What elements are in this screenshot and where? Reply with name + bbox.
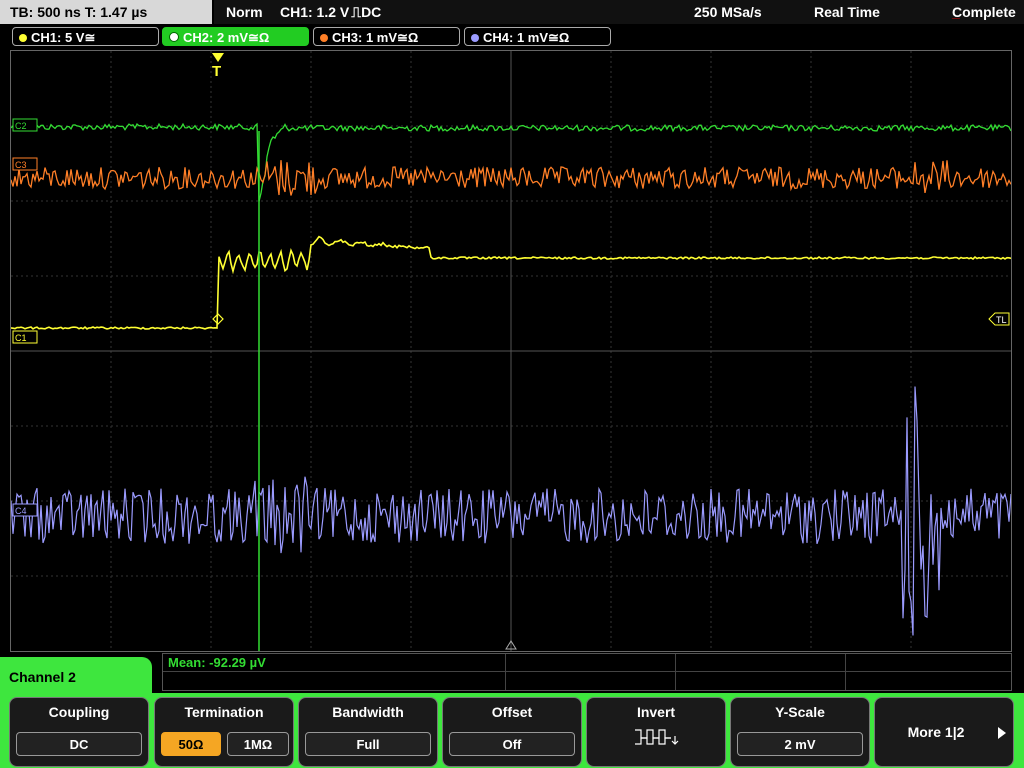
invert-waveform-icon [635,729,679,745]
menu-title: Channel 2 [0,657,152,697]
ch3-marker-label: C3 [15,160,27,170]
termination-1mohm[interactable]: 1MΩ [227,732,289,756]
bandwidth-value[interactable]: Full [305,732,431,756]
rising-edge-icon: ⎍ [351,4,362,20]
ch2-marker-label: C2 [15,121,27,131]
termination-softkey[interactable]: Termination 50Ω 1MΩ [154,697,294,767]
coupling-value[interactable]: DC [16,732,142,756]
invert-softkey[interactable]: Invert [586,697,726,767]
offset-value[interactable]: Off [449,732,575,756]
channel-tab-ch4[interactable]: CH4: 1 mV≅Ω [464,27,611,46]
trigger-marker-label: T [212,63,221,80]
ch1-marker-label: C1 [15,333,27,343]
ch1-color-icon [19,34,27,42]
sample-rate: 250 MSa/s [694,4,762,20]
status-bar: Norm CH1: 1.2 V ⎍DC 250 MSa/s Real Time _… [214,0,1024,24]
trigger-position-icon[interactable] [212,53,224,62]
ch4-color-icon [471,34,479,42]
trigger-mode[interactable]: Norm [226,0,263,24]
waveform-display[interactable]: T C2 C3 C1 C4 TL [10,50,1012,652]
channel-tab-ch1[interactable]: CH1: 5 V≅ [12,27,159,46]
trigger-readout[interactable]: CH1: 1.2 V ⎍DC [280,0,381,24]
offset-softkey[interactable]: Offset Off [442,697,582,767]
next-page-icon [998,727,1006,739]
coupling-softkey[interactable]: Coupling DC [9,697,149,767]
ch4-marker-label: C4 [15,506,27,516]
timebase-readout[interactable]: TB: 500 ns T: 1.47 µs [0,0,212,24]
ch2-color-icon [169,32,179,42]
acquisition-mode[interactable]: Real Time [814,0,880,24]
waveform-canvas[interactable]: T C2 C3 C1 C4 TL [10,51,1012,651]
channel-tab-ch2[interactable]: CH2: 2 mV≅Ω [162,27,309,46]
trigger-level-label: TL [996,315,1007,325]
more-softkey[interactable]: More 1|2 [874,697,1014,767]
yscale-softkey[interactable]: Y-Scale 2 mV [730,697,870,767]
termination-50ohm[interactable]: 50Ω [161,732,221,756]
channel-tab-ch3[interactable]: CH3: 1 mV≅Ω [313,27,460,46]
acquisition-state: Complete [952,4,1016,20]
grid [11,51,1011,651]
measurement-panel [162,653,1012,691]
ch3-color-icon [320,34,328,42]
mean-measurement: Mean: -92.29 µV [168,655,266,670]
bandwidth-softkey[interactable]: Bandwidth Full [298,697,438,767]
yscale-value[interactable]: 2 mV [737,732,863,756]
